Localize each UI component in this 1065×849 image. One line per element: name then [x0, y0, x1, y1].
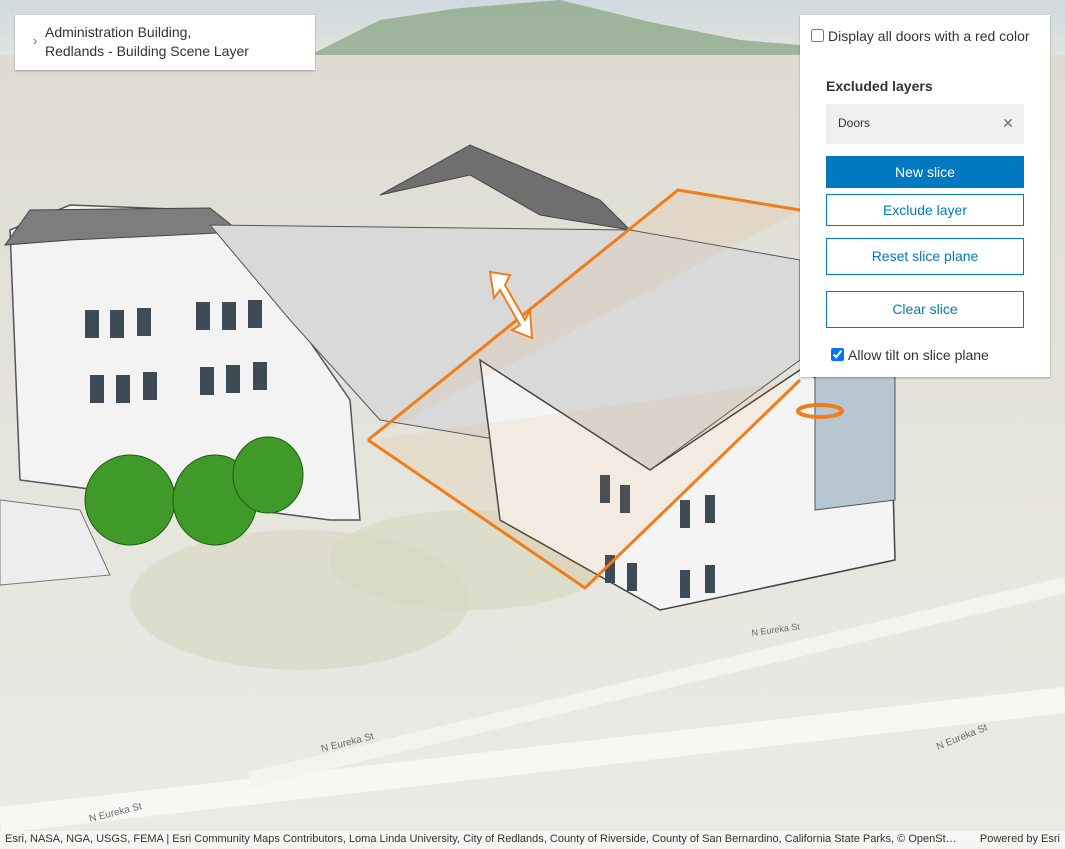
reset-slice-plane-button[interactable]: Reset slice plane: [826, 238, 1024, 275]
layer-title[interactable]: Administration Building, Redlands - Buil…: [45, 23, 305, 61]
new-slice-button[interactable]: New slice: [826, 156, 1024, 188]
powered-by-esri[interactable]: Powered by Esri: [980, 833, 1060, 845]
excluded-layers-title: Excluded layers: [826, 78, 933, 94]
allow-tilt-label: Allow tilt on slice plane: [848, 347, 989, 363]
exclude-layer-button[interactable]: Exclude layer: [826, 194, 1024, 226]
allow-tilt-checkbox[interactable]: [831, 348, 844, 361]
display-doors-option[interactable]: Display all doors with a red color: [811, 27, 1036, 45]
slice-panel: Display all doors with a red color Exclu…: [800, 15, 1050, 377]
excluded-layer-item: Doors ✕: [826, 104, 1024, 144]
layer-title-line1: Administration Building,: [45, 24, 192, 40]
chevron-right-icon[interactable]: ›: [33, 34, 45, 48]
layer-list-widget: › Administration Building, Redlands - Bu…: [15, 15, 315, 70]
attribution-sources[interactable]: Esri, NASA, NGA, USGS, FEMA | Esri Commu…: [5, 833, 960, 845]
layer-title-line2: Redlands - Building Scene Layer: [45, 43, 249, 59]
excluded-layer-label: Doors: [838, 116, 871, 130]
close-icon[interactable]: ✕: [1002, 115, 1014, 131]
display-doors-label: Display all doors with a red color: [828, 28, 1030, 44]
building-glass-tower: [814, 364, 896, 511]
display-doors-checkbox[interactable]: [811, 29, 824, 42]
allow-tilt-option[interactable]: Allow tilt on slice plane: [831, 346, 989, 364]
clear-slice-button[interactable]: Clear slice: [826, 291, 1024, 328]
attribution-bar: Esri, NASA, NGA, USGS, FEMA | Esri Commu…: [0, 831, 1065, 849]
